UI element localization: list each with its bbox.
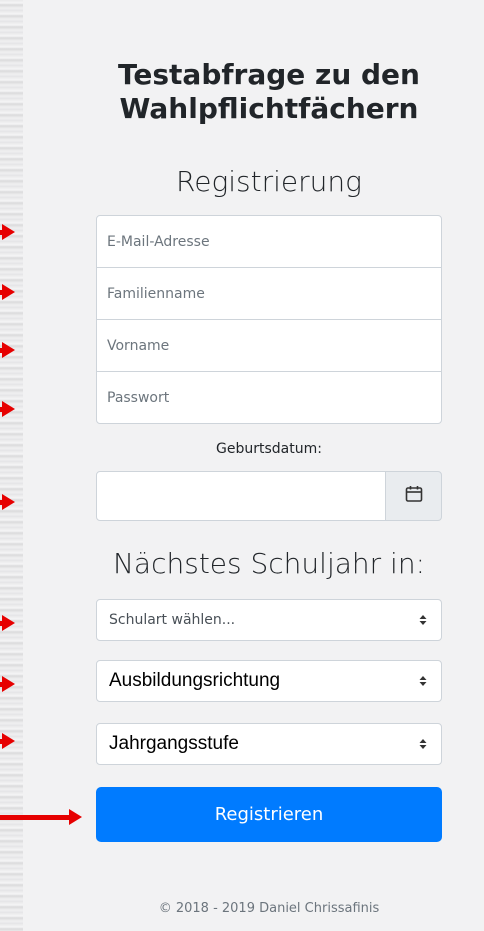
arrow-right-icon xyxy=(0,676,15,692)
calendar-icon xyxy=(404,484,424,508)
last-name-field[interactable] xyxy=(96,267,442,320)
sort-caret-icon xyxy=(419,661,427,701)
grade-value: Jahrgangsstufe xyxy=(109,733,239,754)
grade-select[interactable]: Jahrgangsstufe xyxy=(96,723,442,765)
arrow-right-icon xyxy=(0,342,15,358)
background-strip xyxy=(0,0,23,931)
password-field[interactable] xyxy=(96,371,442,424)
sort-caret-icon xyxy=(419,724,427,764)
registration-heading: Registrierung xyxy=(176,165,362,198)
arrow-right-icon xyxy=(0,224,15,240)
school-type-select[interactable]: Schulart wählen... xyxy=(96,599,442,641)
birthdate-input[interactable] xyxy=(96,471,386,521)
footer-copyright: © 2018 - 2019 Daniel Chrissafinis xyxy=(158,901,380,916)
page: Testabfrage zu den Wahlpflichtfächern Re… xyxy=(0,0,484,931)
page-title: Testabfrage zu den Wahlpflichtfächern xyxy=(118,58,420,125)
school-type-value: Schulart wählen... xyxy=(109,612,236,628)
arrow-right-icon xyxy=(0,615,15,631)
email-field[interactable] xyxy=(96,215,442,268)
arrow-right-icon xyxy=(0,494,15,510)
arrow-right-icon xyxy=(0,733,15,749)
direction-select[interactable]: Ausbildungsrichtung xyxy=(96,660,442,702)
arrow-right-icon xyxy=(0,809,82,825)
birthdate-group xyxy=(96,471,442,521)
next-year-heading: Nächstes Schuljahr in: xyxy=(112,547,426,580)
sort-caret-icon xyxy=(419,600,427,640)
direction-value: Ausbildungsrichtung xyxy=(109,670,281,691)
arrow-right-icon xyxy=(0,401,15,417)
first-name-field[interactable] xyxy=(96,319,442,372)
date-picker-button[interactable] xyxy=(385,471,442,521)
arrow-right-icon xyxy=(0,284,15,300)
birthdate-label: Geburtsdatum: xyxy=(216,441,322,457)
register-button[interactable]: Registrieren xyxy=(96,787,442,842)
